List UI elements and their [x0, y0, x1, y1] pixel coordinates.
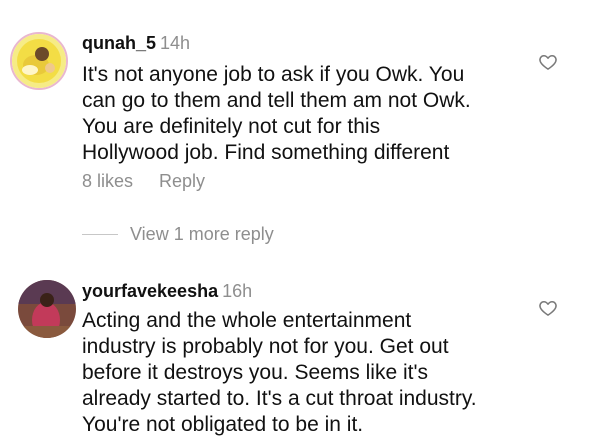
comment-header: yourfavekeesha 16h — [82, 280, 252, 302]
avatar[interactable] — [18, 280, 76, 338]
heart-outline-icon[interactable] — [538, 52, 558, 72]
comment-text: Acting and the whole entertainment indus… — [82, 309, 477, 436]
heart-outline-icon[interactable] — [538, 298, 558, 318]
comment-text: It's not anyone job to ask if you Owk. Y… — [82, 63, 471, 164]
comment-header: qunah_5 14h — [82, 32, 190, 54]
comment-time: 16h — [222, 281, 253, 301]
comment-time: 14h — [160, 33, 191, 53]
reply-button[interactable]: Reply — [159, 171, 205, 191]
avatar[interactable] — [10, 32, 68, 90]
divider-line — [82, 234, 118, 235]
like-count[interactable]: 8 likes — [82, 171, 133, 191]
view-more-label: View 1 more reply — [130, 224, 274, 244]
avatar-image — [12, 34, 66, 88]
avatar-image — [18, 280, 76, 338]
username[interactable]: yourfavekeesha — [82, 281, 218, 301]
comment-meta: 8 likes Reply — [82, 170, 205, 192]
view-more-replies[interactable]: View 1 more reply — [82, 224, 274, 245]
username[interactable]: qunah_5 — [82, 33, 156, 53]
